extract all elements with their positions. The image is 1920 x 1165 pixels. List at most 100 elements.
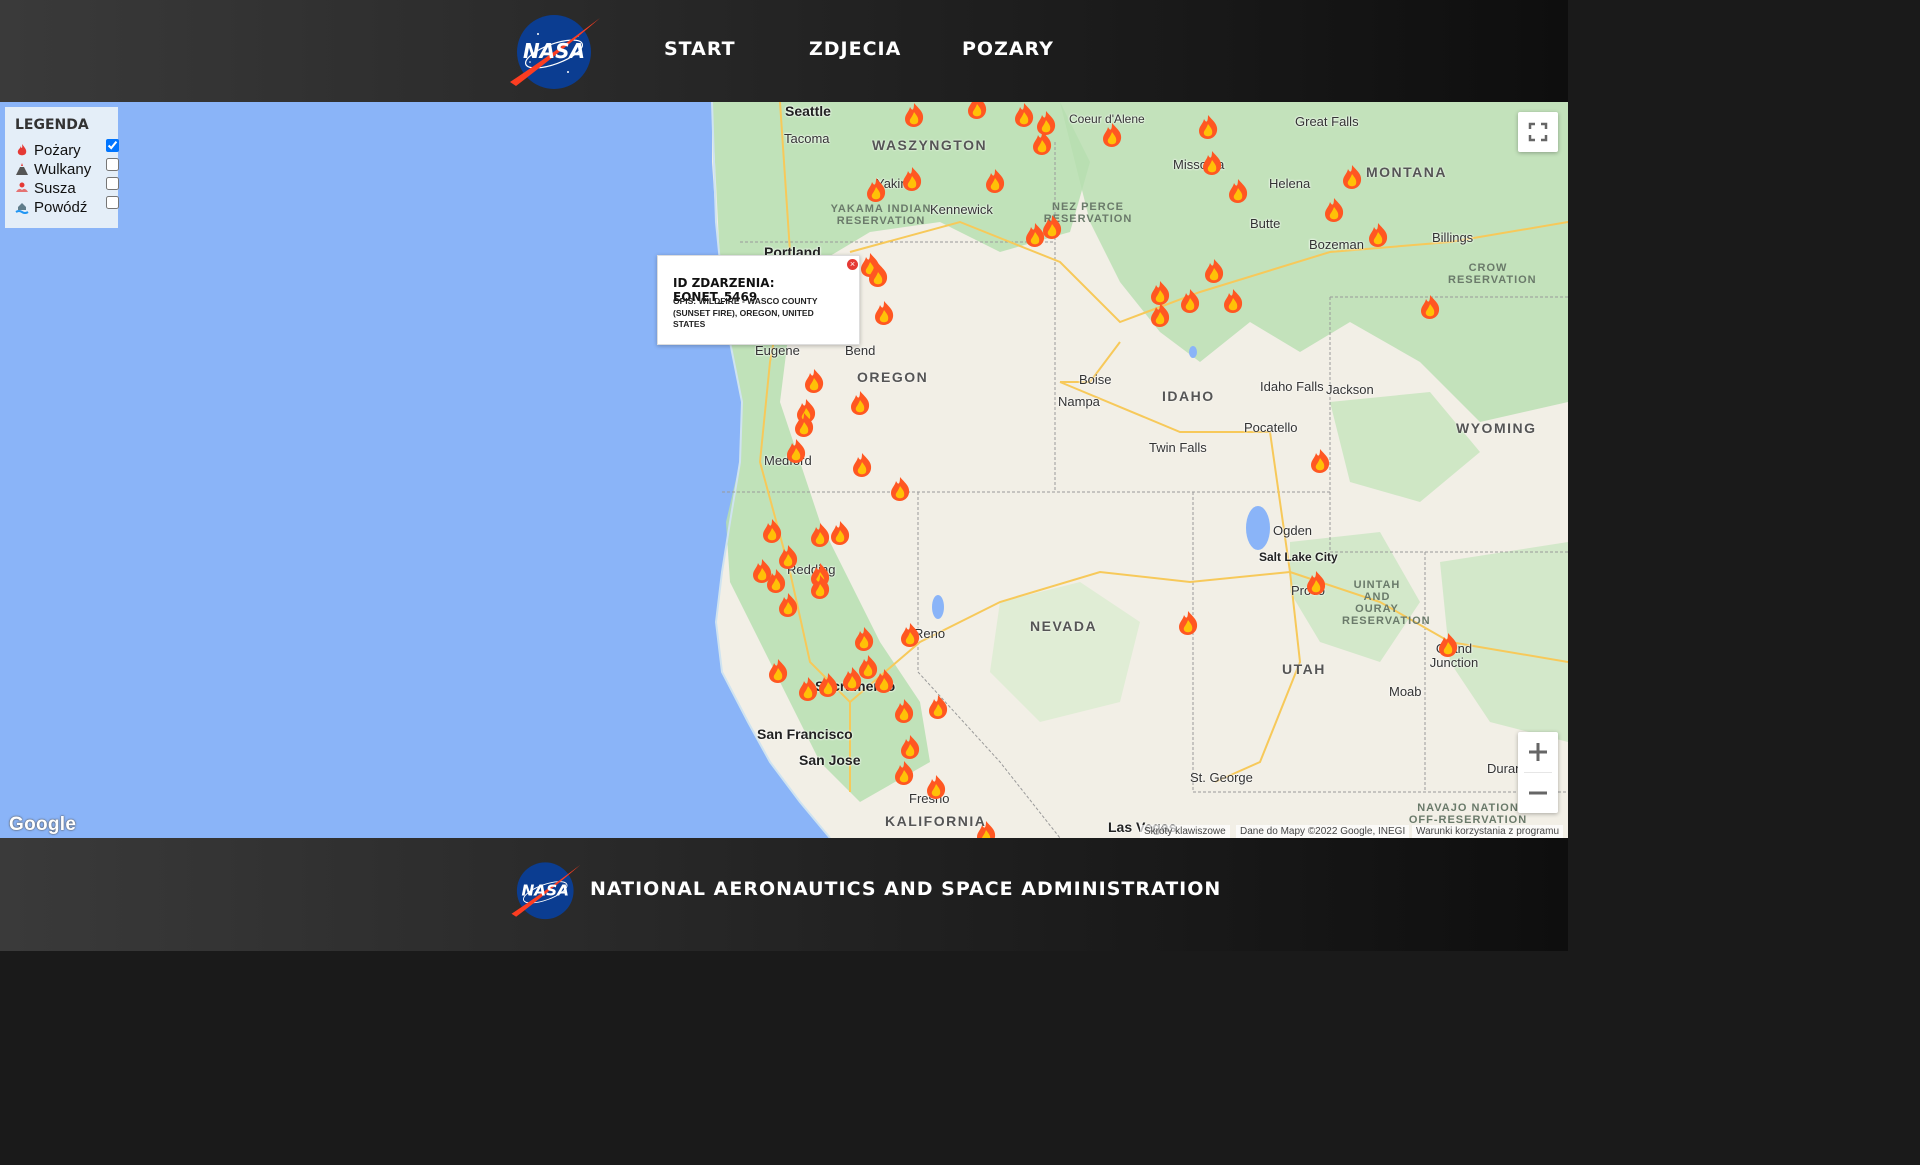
fire-marker-icon[interactable] [802,368,826,394]
legend-title: LEGENDA [15,117,89,133]
header-bar: NASA START ZDJECIA POZARY [0,0,1568,102]
fire-marker-icon[interactable] [872,300,896,326]
state-label: WYOMING [1456,420,1537,436]
fire-marker-icon[interactable] [764,568,788,594]
fire-marker-icon[interactable] [1418,294,1442,320]
city-label: Boise [1079,372,1112,387]
city-label: San Francisco [757,726,853,742]
fire-marker-icon[interactable] [1178,288,1202,314]
fire-marker-icon[interactable] [1012,102,1036,128]
fire-marker-icon[interactable] [898,622,922,648]
google-logo[interactable]: Google [9,814,76,836]
plus-icon [1529,743,1547,761]
city-label: Pocatello [1244,420,1298,435]
legend-panel: LEGENDA Pożary Wulkany Susza Powódź [5,107,119,228]
fire-marker-icon[interactable] [1366,222,1390,248]
city-label: Nampa [1058,394,1100,409]
fire-marker-icon[interactable] [766,658,790,684]
nav-pozary[interactable]: POZARY [962,38,1054,60]
terms-link[interactable]: Warunki korzystania z programu [1412,825,1564,838]
footer-title: NATIONAL AERONAUTICS AND SPACE ADMINISTR… [590,878,1222,900]
fire-marker-icon[interactable] [1436,632,1460,658]
fire-marker-icon[interactable] [828,520,852,546]
fire-marker-icon[interactable] [965,102,989,120]
legend-label: Pożary [34,142,81,159]
map-canvas[interactable]: Seattle Tacoma Yakima Kennewick Portland… [0,102,1568,838]
fire-marker-icon[interactable] [974,820,998,838]
fire-marker-icon[interactable] [1030,130,1054,156]
nasa-logo[interactable]: NASA [510,860,582,920]
fire-marker-icon[interactable] [902,102,926,128]
city-label: Idaho Falls [1260,379,1324,394]
state-label: KALIFORNIA [885,813,987,829]
fire-marker-icon[interactable] [1202,258,1226,284]
city-label: Great Falls [1295,114,1359,129]
fire-marker-icon[interactable] [1148,302,1172,328]
nav-zdjecia[interactable]: ZDJECIA [809,38,901,60]
fire-marker-icon[interactable] [1322,197,1346,223]
minus-icon [1529,791,1547,795]
fire-marker-icon[interactable] [1176,610,1200,636]
fire-marker-icon[interactable] [816,672,840,698]
city-label: Tacoma [784,131,830,146]
fire-marker-icon[interactable] [1040,214,1064,240]
flood-checkbox[interactable] [106,196,119,209]
fire-marker-icon[interactable] [983,168,1007,194]
legend-item-volcanoes[interactable]: Wulkany [15,158,119,180]
reservation-label: CROW RESERVATION [1448,262,1537,286]
close-icon[interactable]: × [847,259,858,270]
fullscreen-button[interactable] [1518,112,1558,152]
city-label: Butte [1250,216,1281,231]
fire-marker-icon[interactable] [808,574,832,600]
nasa-logo[interactable]: NASA [508,12,602,90]
fire-marker-icon[interactable] [852,626,876,652]
fire-marker-icon[interactable] [1308,448,1332,474]
city-label: Moab [1389,684,1422,699]
fire-marker-icon[interactable] [1226,178,1250,204]
fire-marker-icon[interactable] [848,390,872,416]
zoom-in-button[interactable] [1518,732,1558,772]
city-label: Salt Lake City [1259,550,1338,564]
fire-marker-icon[interactable] [792,412,816,438]
fire-marker-icon[interactable] [926,694,950,720]
fire-marker-icon[interactable] [888,476,912,502]
fire-marker-icon[interactable] [892,698,916,724]
fire-marker-icon[interactable] [1200,150,1224,176]
fire-marker-icon[interactable] [1340,164,1364,190]
nav-start[interactable]: START [664,38,736,60]
fire-marker-icon[interactable] [776,592,800,618]
fire-marker-icon[interactable] [900,166,924,192]
fire-marker-icon[interactable] [760,518,784,544]
volcanoes-checkbox[interactable] [106,158,119,171]
fires-checkbox[interactable] [106,139,119,152]
state-label: MONTANA [1366,164,1448,180]
fire-marker-icon[interactable] [864,177,888,203]
fire-marker-icon[interactable] [892,760,916,786]
svg-text:NASA: NASA [521,881,569,899]
zoom-out-button[interactable] [1518,773,1558,813]
city-label: St. George [1190,770,1253,785]
fire-marker-icon[interactable] [872,668,896,694]
legend-item-fires[interactable]: Pożary [15,139,119,161]
fire-marker-icon[interactable] [1196,114,1220,140]
popup-description: OPIS: WILDFIRE - WASCO COUNTY (SUNSET FI… [673,296,818,329]
drought-checkbox[interactable] [106,177,119,190]
fire-marker-icon[interactable] [784,438,808,464]
city-label: Jackson [1326,382,1374,397]
fire-marker-icon[interactable] [850,452,874,478]
fire-marker-icon[interactable] [1221,288,1245,314]
legend-item-flood[interactable]: Powódź [15,196,119,218]
city-label: Seattle [785,103,831,119]
fire-marker-icon[interactable] [1100,122,1124,148]
fire-marker-icon[interactable] [1304,570,1328,596]
reservation-label: UINTAH AND OURAY RESERVATION [1342,579,1431,627]
fire-marker-icon[interactable] [924,774,948,800]
fire-marker-icon[interactable] [776,544,800,570]
fire-marker-icon[interactable] [898,734,922,760]
keyboard-shortcuts-link[interactable]: Skróty klawiszowe [1140,825,1230,838]
state-label: OREGON [857,369,929,385]
city-label: Ogden [1273,523,1313,538]
city-label: Eugene [755,343,800,358]
fire-marker-icon[interactable] [866,262,890,288]
legend-item-drought[interactable]: Susza [15,177,119,199]
